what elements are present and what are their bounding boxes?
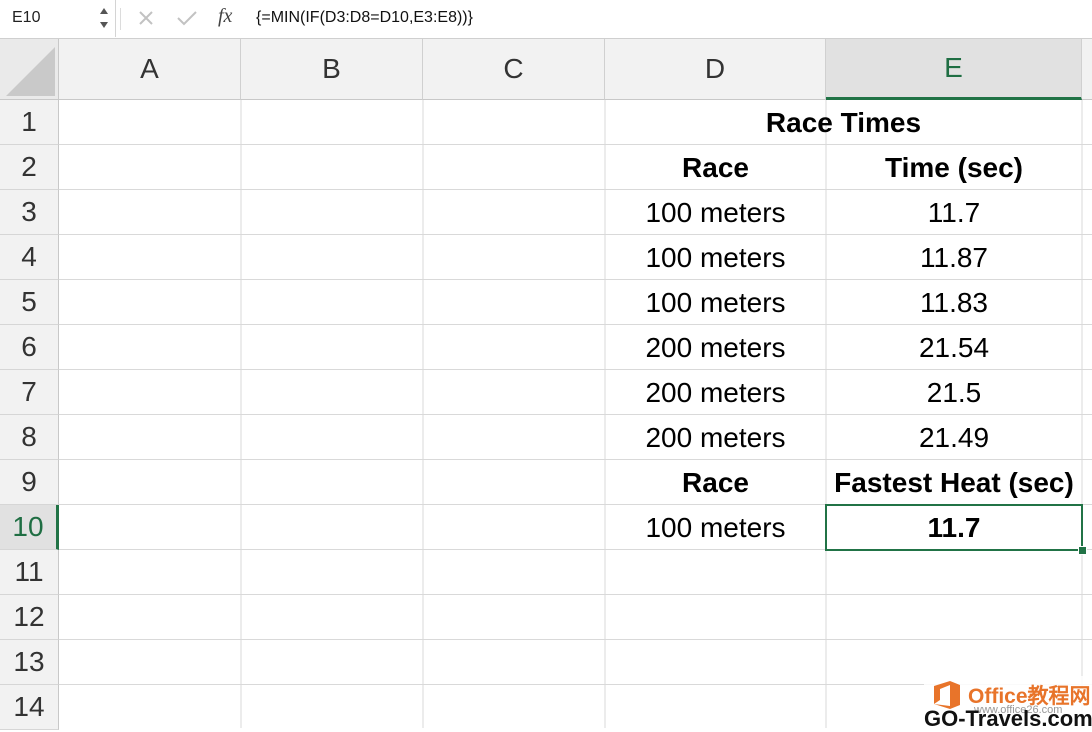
cell-e8[interactable]: 21.49 <box>826 416 1082 460</box>
cell-d4[interactable]: 100 meters <box>605 236 826 280</box>
cell-d2-header-race[interactable]: Race <box>605 146 826 190</box>
cell-e6[interactable]: 21.54 <box>826 326 1082 370</box>
cell-e4[interactable]: 11.87 <box>826 236 1082 280</box>
formula-input[interactable]: {=MIN(IF(D3:D8=D10,E3:E8))} <box>256 9 473 27</box>
x-icon[interactable] <box>134 4 158 32</box>
column-header-b[interactable]: B <box>241 39 423 100</box>
fill-handle[interactable] <box>1078 546 1087 555</box>
row-header-6[interactable]: 6 <box>0 325 59 370</box>
check-icon[interactable] <box>174 4 200 32</box>
cell-e3[interactable]: 11.7 <box>826 191 1082 235</box>
row-header-8[interactable]: 8 <box>0 415 59 460</box>
cell-e7[interactable]: 21.5 <box>826 371 1082 415</box>
cell-d8[interactable]: 200 meters <box>605 416 826 460</box>
name-box[interactable]: E10 <box>0 0 116 37</box>
row-header-3[interactable]: 3 <box>0 190 59 235</box>
name-box-stepper-icon[interactable] <box>98 4 110 32</box>
row-header-11[interactable]: 11 <box>0 550 59 595</box>
cell-e9-lookup-header[interactable]: Fastest Heat (sec) <box>826 461 1082 505</box>
cell-d3[interactable]: 100 meters <box>605 191 826 235</box>
name-box-value[interactable]: E10 <box>12 9 40 27</box>
row-header-1[interactable]: 1 <box>0 100 59 145</box>
row-header-12[interactable]: 12 <box>0 595 59 640</box>
column-header-a[interactable]: A <box>59 39 241 100</box>
column-header-d[interactable]: D <box>605 39 826 100</box>
select-all-button[interactable] <box>0 39 59 100</box>
watermark-site: GO-Travels.com <box>924 706 1092 731</box>
cell-e10-active[interactable]: 11.7 <box>825 504 1083 551</box>
cell-d10-lookup-race[interactable]: 100 meters <box>605 506 826 550</box>
watermark: Office教程网 www.office26.com GO-Travels.co… <box>924 676 1092 731</box>
cell-e5[interactable]: 11.83 <box>826 281 1082 325</box>
cell-d6[interactable]: 200 meters <box>605 326 826 370</box>
formula-bar-divider <box>120 8 121 30</box>
row-header-9[interactable]: 9 <box>0 460 59 505</box>
row-header-10[interactable]: 10 <box>0 505 59 550</box>
row-header-14[interactable]: 14 <box>0 685 59 730</box>
cell-d7[interactable]: 200 meters <box>605 371 826 415</box>
row-header-7[interactable]: 7 <box>0 370 59 415</box>
row-header-4[interactable]: 4 <box>0 235 59 280</box>
select-all-triangle-icon <box>6 47 55 96</box>
cell-d1-title[interactable]: Race Times <box>605 101 1082 145</box>
row-header-5[interactable]: 5 <box>0 280 59 325</box>
formula-bar: E10 fx {=MIN(IF(D3:D8=D10,E3:E8))} <box>0 0 1092 39</box>
column-header-c[interactable]: C <box>423 39 605 100</box>
column-header-e[interactable]: E <box>826 39 1082 100</box>
cell-e2-header-time[interactable]: Time (sec) <box>826 146 1082 190</box>
row-header-2[interactable]: 2 <box>0 145 59 190</box>
column-header-f-partial[interactable] <box>1082 39 1092 100</box>
row-header-13[interactable]: 13 <box>0 640 59 685</box>
cell-d5[interactable]: 100 meters <box>605 281 826 325</box>
cell-d9-lookup-header[interactable]: Race <box>605 461 826 505</box>
insert-function-button[interactable]: fx <box>218 5 232 28</box>
